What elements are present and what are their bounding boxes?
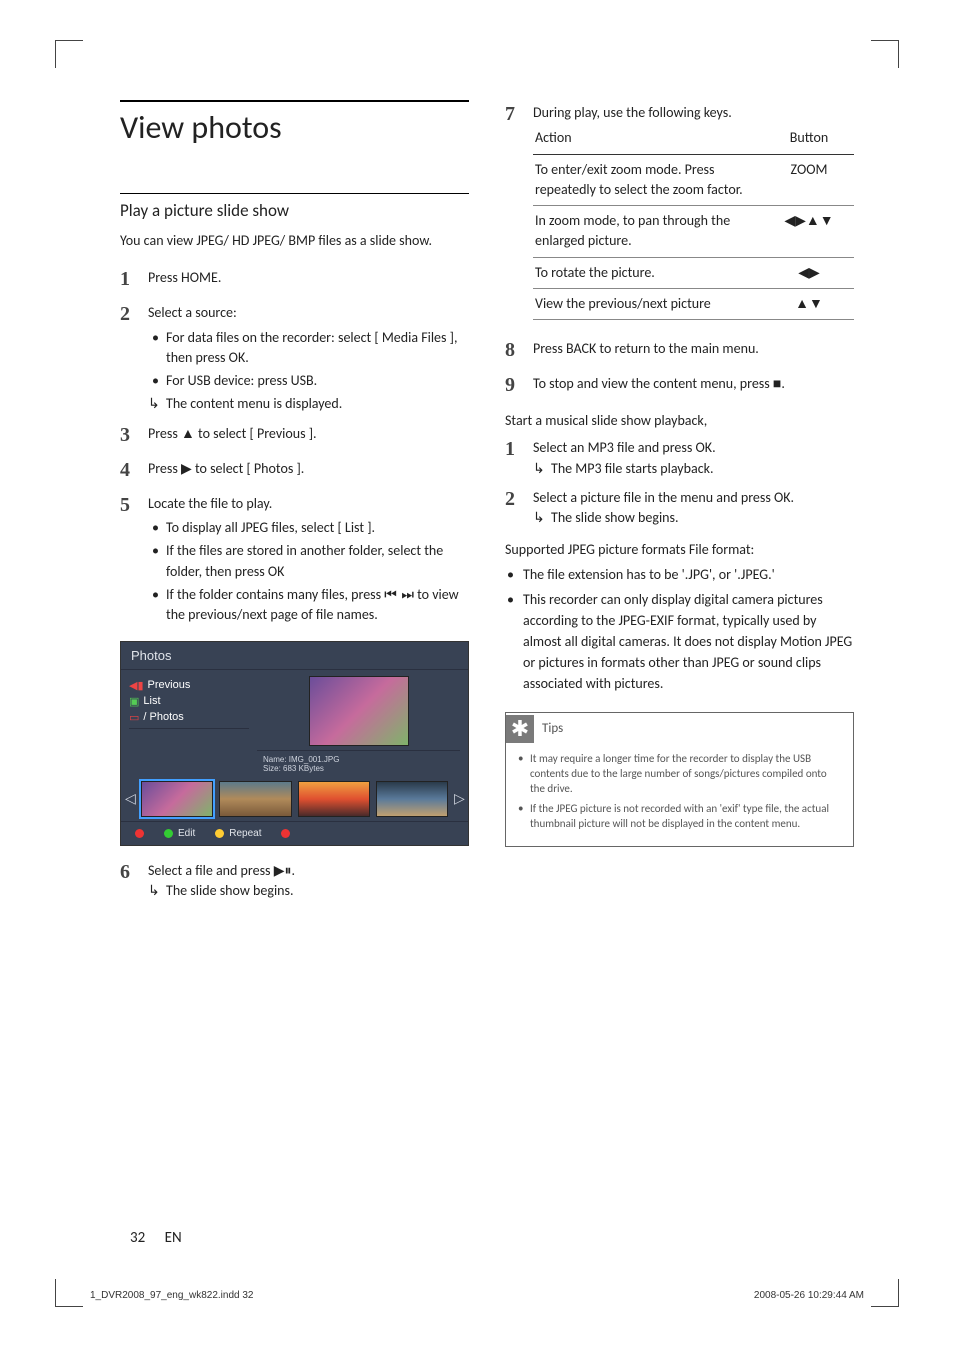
photos-menu-illustration: Photos ◀▮Previous ▣List ▭/ Photos Name: … bbox=[120, 641, 469, 846]
thumbnail bbox=[298, 781, 370, 817]
preview-image bbox=[309, 676, 409, 746]
jpeg-formats-heading: Supported JPEG picture formats File form… bbox=[505, 541, 854, 558]
back-arrow-icon: ◀▮ bbox=[129, 679, 144, 692]
bullet: To display all JPEG files, select [ List… bbox=[148, 518, 469, 538]
crop-mark bbox=[871, 1279, 899, 1307]
step-number: 1 bbox=[505, 435, 521, 479]
yellow-dot-icon bbox=[215, 829, 224, 838]
jpeg-bullets: The file extension has to be '.JPG', or … bbox=[505, 564, 854, 694]
language-code: EN bbox=[165, 1229, 182, 1247]
actions-table: ActionButton To enter/exit zoom mode. Pr… bbox=[533, 123, 854, 320]
result-line: The MP3 file starts playback. bbox=[533, 459, 854, 479]
crop-mark bbox=[55, 1279, 83, 1307]
right-column: 7 During play, use the following keys. A… bbox=[505, 100, 854, 907]
red-dot-icon bbox=[281, 829, 290, 838]
step-number: 5 bbox=[120, 491, 136, 629]
step-number: 9 bbox=[505, 371, 521, 400]
step-number: 2 bbox=[120, 300, 136, 414]
table-row: In zoom mode, to pan through the enlarge… bbox=[533, 206, 854, 258]
col-button: Button bbox=[764, 123, 854, 154]
bullet: If the folder contains many files, press… bbox=[148, 585, 469, 626]
step-number: 6 bbox=[120, 858, 136, 902]
table-row: View the previous/next picture▲▼ bbox=[533, 289, 854, 320]
musical-slide-show-heading: Start a musical slide show playback, bbox=[505, 412, 854, 429]
result-line: The slide show begins. bbox=[148, 881, 469, 901]
right-arrow-icon: ▷ bbox=[454, 790, 464, 807]
step-5: 5 Locate the file to play. To display al… bbox=[120, 491, 469, 629]
tip-item: It may require a longer time for the rec… bbox=[518, 751, 843, 797]
step-1: 1 Press HOME. bbox=[120, 265, 469, 294]
green-dot-icon bbox=[164, 829, 173, 838]
left-arrow-icon: ◁ bbox=[125, 790, 135, 807]
bullet: For USB device: press USB. bbox=[148, 371, 469, 391]
step-2: 2 Select a source: For data files on the… bbox=[120, 300, 469, 414]
tips-label: Tips bbox=[542, 721, 563, 736]
thumbnail bbox=[219, 781, 291, 817]
music-steps: 1 Select an MP3 file and press OK. The M… bbox=[505, 435, 854, 528]
table-row: To rotate the picture.◀▶ bbox=[533, 257, 854, 288]
table-row: To enter/exit zoom mode. Press repeatedl… bbox=[533, 154, 854, 206]
right-arrow-icon: ▶ bbox=[181, 461, 192, 477]
bullet: This recorder can only display digital c… bbox=[505, 589, 854, 694]
music-step-2: 2 Select a picture file in the menu and … bbox=[505, 485, 854, 529]
step-number: 3 bbox=[120, 421, 136, 450]
menu-item-photos: ▭/ Photos bbox=[129, 711, 249, 724]
thumbnail bbox=[141, 781, 213, 817]
col-action: Action bbox=[533, 123, 764, 154]
up-down-icon: ▲▼ bbox=[764, 289, 854, 320]
crop-mark bbox=[871, 40, 899, 68]
left-column: View photos Play a picture slide show Yo… bbox=[120, 100, 469, 907]
menu-item-previous: ◀▮Previous bbox=[129, 679, 249, 692]
red-dot-icon bbox=[135, 829, 144, 838]
heading-slide-show: Play a picture slide show bbox=[120, 193, 469, 221]
step-number: 2 bbox=[505, 485, 521, 529]
asterisk-icon: ✱ bbox=[506, 715, 534, 743]
print-metadata: 1_DVR2008_97_eng_wk822.indd 32 2008-05-2… bbox=[90, 1290, 864, 1301]
bullet: If the files are stored in another folde… bbox=[148, 541, 469, 582]
print-timestamp: 2008-05-26 10:29:44 AM bbox=[754, 1290, 864, 1301]
step-9: 9 To stop and view the content menu, pre… bbox=[505, 371, 854, 400]
file-size: Size: 683 KBytes bbox=[257, 764, 460, 773]
play-pause-icon: ▶⏸ bbox=[274, 863, 292, 879]
result-line: The content menu is displayed. bbox=[148, 394, 469, 414]
folder-icon: ▣ bbox=[129, 695, 139, 708]
repeat-label: Repeat bbox=[229, 828, 261, 839]
tip-item: If the JPEG picture is not recorded with… bbox=[518, 801, 843, 832]
steps-list: 1 Press HOME. 2 Select a source: For dat… bbox=[120, 265, 469, 628]
thumbnail bbox=[376, 781, 448, 817]
steps-cont: 6 Select a file and press ▶⏸. The slide … bbox=[120, 858, 469, 902]
tips-box: ✱ Tips It may require a longer time for … bbox=[505, 712, 854, 847]
steps-right: 7 During play, use the following keys. A… bbox=[505, 100, 854, 400]
bullet: For data files on the recorder: select [… bbox=[148, 328, 469, 369]
step-3: 3 Press ▲ to select [ Previous ]. bbox=[120, 421, 469, 450]
step-number: 8 bbox=[505, 336, 521, 365]
heading-view-photos: View photos bbox=[120, 100, 469, 147]
up-arrow-icon: ▲ bbox=[181, 426, 195, 442]
page-footer: 32 EN bbox=[130, 1229, 182, 1247]
edit-label: Edit bbox=[178, 828, 195, 839]
step-8: 8 Press BACK to return to the main menu. bbox=[505, 336, 854, 365]
page-content: View photos Play a picture slide show Yo… bbox=[70, 50, 884, 907]
screenshot-title: Photos bbox=[121, 642, 468, 670]
folder-icon: ▭ bbox=[129, 711, 139, 724]
step-6: 6 Select a file and press ▶⏸. The slide … bbox=[120, 858, 469, 902]
left-right-icon: ◀▶ bbox=[764, 257, 854, 288]
intro-text: You can view JPEG/ HD JPEG/ BMP files as… bbox=[120, 231, 469, 251]
bullet: The file extension has to be '.JPG', or … bbox=[505, 564, 854, 585]
print-file: 1_DVR2008_97_eng_wk822.indd 32 bbox=[90, 1290, 253, 1301]
step-4: 4 Press ▶ to select [ Photos ]. bbox=[120, 456, 469, 485]
step-number: 7 bbox=[505, 100, 521, 330]
menu-item-list: ▣List bbox=[129, 695, 249, 708]
crop-mark bbox=[55, 40, 83, 68]
prev-next-icon: ⏮ ⏭ bbox=[384, 587, 414, 603]
step-number: 4 bbox=[120, 456, 136, 485]
step-7: 7 During play, use the following keys. A… bbox=[505, 100, 854, 330]
page-number: 32 bbox=[130, 1229, 145, 1247]
music-step-1: 1 Select an MP3 file and press OK. The M… bbox=[505, 435, 854, 479]
file-name: Name: IMG_001.JPG bbox=[257, 755, 460, 764]
step-number: 1 bbox=[120, 265, 136, 294]
dpad-icon: ◀▶▲▼ bbox=[764, 206, 854, 258]
result-line: The slide show begins. bbox=[533, 508, 854, 528]
